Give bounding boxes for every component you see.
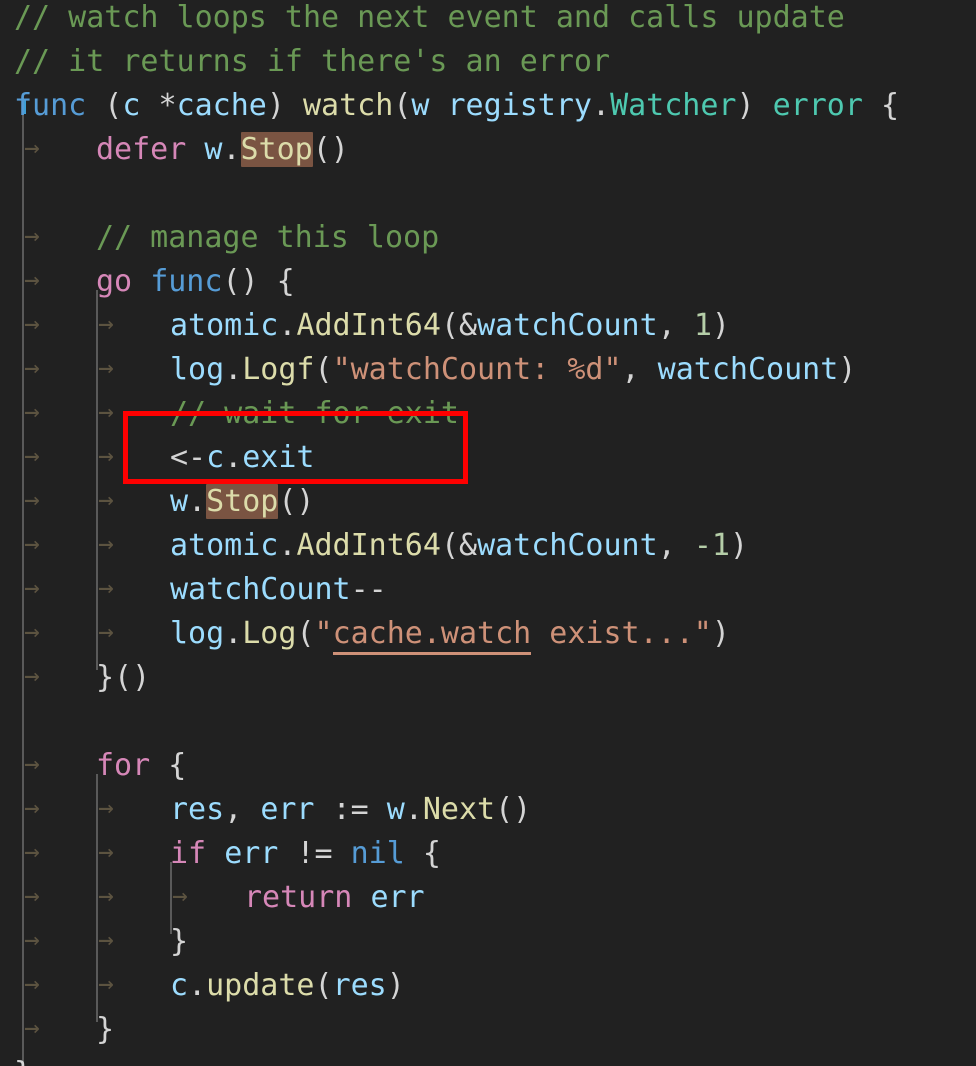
code-line[interactable]: func (c *cache) watch(w registry.Watcher… [0,84,976,128]
code-line[interactable]: log.Log("cache.watch exist...") [0,612,976,656]
occurrence-highlight-stop: Stop [240,132,313,167]
code-line-text: if err != nil { [170,836,441,871]
code-line-text: w.Stop() [170,484,315,519]
code-line[interactable]: res, err := w.Next() [0,788,976,832]
code-line-text: res, err := w.Next() [170,792,532,827]
code-line-text: return err [244,880,425,915]
spellcheck-underline-cache-watch: cache.watch [332,616,532,655]
code-line[interactable]: } [0,920,976,964]
code-line-text: // wait for exit [170,396,459,431]
code-line[interactable]: go func() { [0,260,976,304]
code-line[interactable]: defer w.Stop() [0,128,976,172]
code-line-text: atomic.AddInt64(&watchCount, 1) [170,308,730,343]
code-line[interactable]: log.Logf("watchCount: %d", watchCount) [0,348,976,392]
code-line-text: atomic.AddInt64(&watchCount, -1) [170,528,748,563]
code-line-text: log.Logf("watchCount: %d", watchCount) [170,352,857,387]
code-line-text: } [14,1052,32,1066]
code-line-text: } [170,924,189,959]
code-line-text: defer w.Stop() [96,132,349,167]
code-line[interactable]: for { [0,744,976,788]
code-line[interactable]: // wait for exit [0,392,976,436]
code-line[interactable]: w.Stop() [0,480,976,524]
code-line-text: } [96,1012,115,1047]
code-line[interactable]: // it returns if there's an error [0,40,976,84]
code-line-text: <-c.exit [170,440,315,475]
code-line-empty[interactable] [0,700,976,744]
code-line-text: func (c *cache) watch(w registry.Watcher… [14,88,900,123]
code-line-text: for { [96,748,187,783]
code-line[interactable]: // watch loops the next event and calls … [0,0,976,40]
code-line-text: // it returns if there's an error [14,44,611,79]
code-line-text: go func() { [96,264,295,299]
code-line-empty[interactable] [0,172,976,216]
code-line-text: c.update(res) [170,968,405,1003]
code-line[interactable]: } [0,1008,976,1052]
code-line[interactable]: } [0,1052,976,1066]
code-line-text: }() [96,660,151,695]
code-line[interactable]: // manage this loop [0,216,976,260]
code-line[interactable]: c.update(res) [0,964,976,1008]
code-line[interactable]: atomic.AddInt64(&watchCount, 1) [0,304,976,348]
code-editor-viewport[interactable]: → → → → → → → → → → → → → → → → → → → → … [0,0,976,1066]
code-line[interactable]: watchCount-- [0,568,976,612]
code-line-text: // watch loops the next event and calls … [14,0,845,35]
occurrence-highlight-stop: Stop [206,484,279,519]
code-line-text: log.Log("cache.watch exist...") [170,612,730,656]
code-line[interactable]: }() [0,656,976,700]
code-line[interactable]: atomic.AddInt64(&watchCount, -1) [0,524,976,568]
code-line[interactable]: if err != nil { [0,832,976,876]
code-line[interactable]: return err [0,876,976,920]
code-line-text: watchCount-- [170,572,387,607]
code-line[interactable]: <-c.exit [0,436,976,480]
code-line-text: // manage this loop [96,220,440,255]
